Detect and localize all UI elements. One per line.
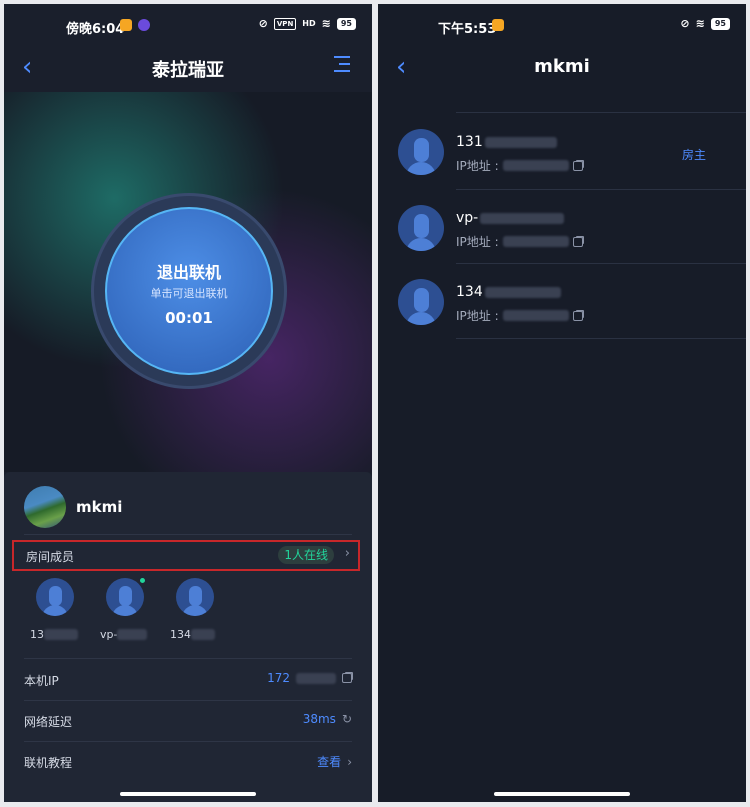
- tutorial-label: 联机教程: [24, 756, 73, 770]
- member-avatar-icon: [36, 578, 74, 616]
- ip-label: IP地址 :: [456, 159, 499, 173]
- tutorial-link[interactable]: 查看: [317, 753, 341, 770]
- home-indicator: [494, 792, 630, 796]
- nav-header: ‹ mkmi: [378, 48, 746, 88]
- exit-button-title: 退出联机: [156, 263, 221, 282]
- member-name: 134: [170, 628, 191, 641]
- local-ip-label: 本机IP: [24, 674, 59, 688]
- notification-app-icon: [120, 19, 132, 31]
- mute-icon: ⊘: [258, 17, 268, 30]
- status-bar: 傍晚6:04 ⊘ VPN HD ≋ 95: [4, 4, 372, 44]
- divider: [456, 112, 746, 113]
- divider: [24, 534, 352, 535]
- member-avatar-icon: [398, 129, 444, 175]
- online-dot-icon: [138, 576, 147, 585]
- right-phone-screen: 下午5:53 ⊘ ≋ 95 ‹ mkmi 131 IP地址 : 房主 vp- I…: [378, 4, 746, 802]
- divider: [456, 338, 746, 339]
- nav-header: ‹ 泰拉瑞亚: [4, 48, 372, 88]
- session-timer: 00:01: [165, 309, 213, 327]
- ip-label: IP地址 :: [456, 235, 499, 249]
- mute-icon: ⊘: [680, 17, 690, 30]
- member-list-item[interactable]: 131 IP地址 : 房主: [378, 114, 746, 189]
- exit-button-subtitle: 单击可退出联机: [150, 287, 228, 300]
- member-list-item[interactable]: 134 IP地址 :: [378, 264, 746, 339]
- system-icons: ⊘ VPN HD ≋ 95: [259, 17, 356, 30]
- status-bar: 下午5:53 ⊘ ≋ 95: [378, 4, 746, 44]
- chevron-right-icon: ›: [347, 754, 352, 769]
- copy-icon[interactable]: [572, 160, 583, 171]
- room-members-row[interactable]: 房间成员 1人在线 ›: [12, 540, 360, 571]
- member-list-item[interactable]: vp- IP地址 :: [378, 190, 746, 265]
- room-members-label: 房间成员: [26, 550, 75, 564]
- wifi-icon: ≋: [321, 17, 331, 30]
- member-name: 131: [456, 134, 483, 150]
- battery-icon: 95: [336, 17, 356, 30]
- latency-label: 网络延迟: [24, 715, 73, 729]
- notification-app-icon-2: [138, 19, 150, 31]
- owner-badge: 房主: [681, 148, 706, 162]
- local-ip-value: 172: [267, 671, 290, 685]
- copy-icon[interactable]: [572, 310, 583, 321]
- info-panel: mkmi 房间成员 1人在线 › 13 vp- 134 本机IP 172 网络延…: [4, 472, 372, 802]
- status-time: 傍晚6:04: [66, 22, 125, 37]
- hero-area: 退出联机 单击可退出联机 00:01: [4, 92, 372, 472]
- status-time: 下午5:53: [438, 22, 497, 37]
- exit-online-button[interactable]: 退出联机 单击可退出联机 00:01: [105, 207, 273, 375]
- user-avatar: [24, 486, 66, 528]
- chevron-right-icon: ›: [344, 546, 350, 561]
- page-title: mkmi: [534, 56, 590, 77]
- system-icons: ⊘ ≋ 95: [680, 17, 730, 30]
- copy-icon[interactable]: [342, 673, 352, 683]
- signal-icon: HD: [302, 19, 316, 28]
- copy-icon[interactable]: [572, 236, 583, 247]
- ip-label: IP地址 :: [456, 309, 499, 323]
- member-name: 134: [456, 284, 483, 300]
- tutorial-row[interactable]: 联机教程 查看 ›: [24, 742, 352, 782]
- left-phone-screen: 傍晚6:04 ⊘ VPN HD ≋ 95 ‹ 泰拉瑞亚 退出联机 单击可退出联机…: [4, 4, 372, 802]
- user-name: mkmi: [76, 498, 123, 516]
- refresh-icon[interactable]: ↻: [342, 712, 352, 726]
- member-item[interactable]: 134: [170, 578, 230, 641]
- member-item[interactable]: 13: [30, 578, 90, 641]
- online-count-badge: 1人在线: [278, 546, 334, 564]
- member-avatar-icon: [398, 205, 444, 251]
- member-avatar-icon: [398, 279, 444, 325]
- member-name: vp-: [456, 210, 479, 226]
- local-ip-row: 本机IP 172: [24, 660, 352, 700]
- home-indicator: [120, 792, 256, 796]
- menu-icon[interactable]: [334, 56, 350, 77]
- battery-icon: 95: [710, 17, 730, 30]
- member-avatar-icon: [106, 578, 144, 616]
- divider: [24, 658, 352, 659]
- member-name: vp-: [100, 628, 118, 641]
- vpn-icon: VPN: [273, 17, 297, 30]
- latency-value: 38ms: [302, 712, 336, 726]
- latency-row: 网络延迟 38ms ↻: [24, 701, 352, 741]
- member-avatar-icon: [176, 578, 214, 616]
- notification-app-icon: [492, 19, 504, 31]
- wifi-icon: ≋: [695, 17, 705, 30]
- member-name: 13: [30, 628, 44, 641]
- page-title: 泰拉瑞亚: [152, 60, 224, 81]
- member-item[interactable]: vp-: [100, 576, 160, 641]
